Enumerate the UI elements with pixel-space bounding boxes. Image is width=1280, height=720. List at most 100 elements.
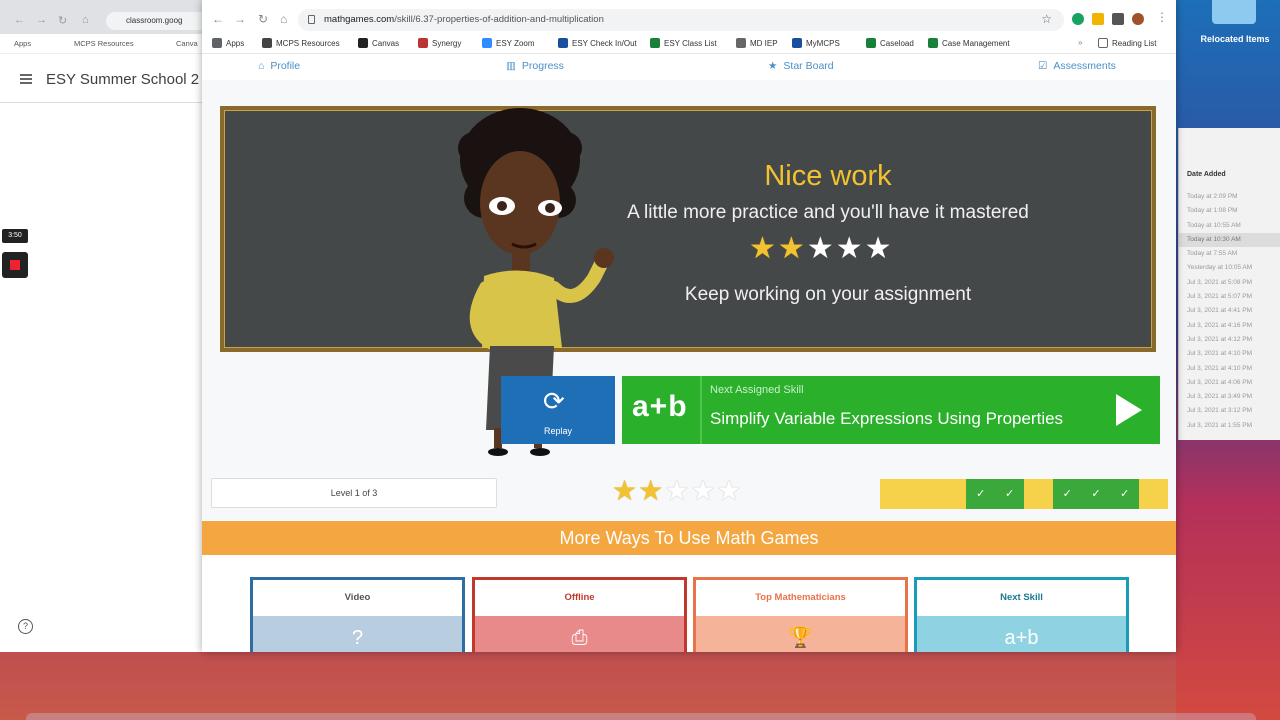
card-title: Next Skill	[1000, 592, 1043, 603]
card-next-skill[interactable]: Next Skill a+b	[914, 577, 1129, 652]
finder-row[interactable]: Jul 3, 2021 at 4:10 PM	[1179, 347, 1280, 361]
finder-row[interactable]: Jul 3, 2021 at 5:08 PM	[1179, 276, 1280, 290]
card-top-mathematicians[interactable]: Top Mathematicians 🏆	[693, 577, 908, 652]
relocated-items-folder-icon[interactable]	[1212, 0, 1256, 24]
relocated-items-label: Relocated Items	[1200, 34, 1270, 44]
bookmark-icon	[866, 38, 876, 48]
finder-row[interactable]: Jul 3, 2021 at 4:16 PM	[1179, 319, 1280, 333]
url-text: mathgames.com/skill/6.37-properties-of-a…	[324, 14, 604, 25]
menu-icon[interactable]	[20, 74, 32, 84]
finder-row[interactable]: Today at 1:08 PM	[1179, 204, 1280, 218]
finder-row[interactable]: Jul 3, 2021 at 4:12 PM	[1179, 333, 1280, 347]
extensions-puzzle-icon[interactable]	[1112, 13, 1124, 25]
more-bookmarks-icon[interactable]: »	[1078, 38, 1082, 47]
url-bar[interactable]: mathgames.com/skill/6.37-properties-of-a…	[298, 9, 1064, 31]
stop-recording-button[interactable]	[2, 252, 28, 278]
progress-tile-pending	[880, 479, 909, 509]
checkbox-icon: ☑	[1038, 60, 1048, 72]
extension-icon[interactable]	[1092, 13, 1104, 25]
finder-row[interactable]: Jul 3, 2021 at 4:10 PM	[1179, 362, 1280, 376]
home-icon[interactable]: ⌂	[280, 12, 287, 26]
finder-row[interactable]: Jul 3, 2021 at 4:06 PM	[1179, 376, 1280, 390]
recording-timer: 3:50	[2, 229, 28, 243]
bookmark-canvas[interactable]: Canvas	[358, 38, 399, 48]
video-icon: ?	[253, 616, 462, 652]
bookmark-case-management[interactable]: Case Management	[928, 38, 1010, 48]
replay-icon: ⟳	[543, 386, 565, 416]
finder-row[interactable]: Jul 3, 2021 at 5:07 PM	[1179, 290, 1280, 304]
more-ways-header: More Ways To Use Math Games	[202, 521, 1176, 555]
progress-tile-pending	[1139, 479, 1168, 509]
finder-column-header[interactable]: Date Added	[1187, 171, 1226, 178]
mathgames-browser-window: ← → ↻ ⌂ mathgames.com/skill/6.37-propert…	[202, 0, 1176, 652]
browser-menu-icon[interactable]: ⋮	[1156, 10, 1168, 24]
level-indicator: Level 1 of 3	[211, 478, 497, 508]
bookmark-star-icon[interactable]: ☆	[1041, 12, 1052, 26]
progress-tiles: ✓ ✓ ✓ ✓ ✓	[880, 479, 1168, 509]
next-assigned-skill-button[interactable]: a+b Next Assigned Skill Simplify Variabl…	[622, 376, 1160, 444]
bookmark-synergy[interactable]: Synergy	[418, 38, 461, 48]
empty-star-icon: ★	[806, 232, 834, 265]
empty-star-icon: ★	[690, 475, 716, 506]
left-forward-icon[interactable]: →	[36, 14, 47, 26]
a-plus-b-icon: a+b	[917, 616, 1126, 652]
finder-row[interactable]: Jul 3, 2021 at 1:55 PM	[1179, 419, 1280, 433]
left-reload-icon[interactable]: ↻	[58, 14, 67, 27]
browser-toolbar: ← → ↻ ⌂ mathgames.com/skill/6.37-propert…	[202, 0, 1176, 34]
progress-tile-pending	[908, 479, 938, 509]
left-back-icon[interactable]: ←	[14, 14, 25, 26]
pdf-icon: ⎙	[475, 616, 684, 652]
bookmark-mcps-resources[interactable]: MCPS Resources	[262, 38, 340, 48]
left-url-bar[interactable]: classroom.goog	[106, 12, 210, 30]
finder-row[interactable]: Jul 3, 2021 at 3:12 PM	[1179, 404, 1280, 418]
nav-progress[interactable]: ▥ Progress	[506, 60, 564, 72]
bookmark-esy-class-list[interactable]: ESY Class List	[650, 38, 717, 48]
result-title: Nice work	[764, 160, 892, 192]
finder-row[interactable]: Today at 7:55 AM	[1179, 247, 1280, 261]
help-icon[interactable]: ?	[18, 619, 33, 634]
left-bookmark-apps[interactable]: Apps	[14, 39, 31, 48]
nav-profile[interactable]: ⌂ Profile	[258, 60, 300, 72]
left-bookmark-canva[interactable]: Canva	[176, 39, 198, 48]
finder-row[interactable]: Jul 3, 2021 at 4:41 PM	[1179, 304, 1280, 318]
star-icon: ★	[768, 60, 778, 72]
bookmark-caseload[interactable]: Caseload	[866, 38, 914, 48]
result-message: Keep working on your assignment	[684, 284, 972, 305]
progress-tile-complete: ✓	[966, 479, 996, 509]
nav-assessments[interactable]: ☑ Assessments	[1038, 60, 1116, 72]
trophy-icon: 🏆	[696, 616, 905, 652]
lock-icon	[308, 15, 315, 24]
finder-row[interactable]: Today at 10:55 AM	[1179, 219, 1280, 233]
card-offline[interactable]: Offline ⎙	[472, 577, 687, 652]
back-icon[interactable]: ←	[212, 12, 224, 26]
bookmark-icon	[650, 38, 660, 48]
reading-list-icon	[1098, 38, 1108, 48]
card-video[interactable]: Video?	[250, 577, 465, 652]
divider	[700, 376, 702, 444]
bookmark-mymcps[interactable]: MyMCPS	[792, 38, 840, 48]
bookmark-icon	[792, 38, 802, 48]
reading-list-link[interactable]: Reading List	[1098, 38, 1156, 48]
finder-row[interactable]: Jul 3, 2021 at 3:49 PM	[1179, 390, 1280, 404]
finder-row[interactable]: Today at 2:09 PM	[1179, 190, 1280, 204]
left-bookmark-mcps[interactable]: MCPS Resources	[74, 39, 134, 48]
bookmark-md-iep[interactable]: MD IEP	[736, 38, 778, 48]
finder-row[interactable]: Today at 10:30 AM	[1179, 232, 1280, 248]
replay-label: Replay	[543, 426, 572, 436]
reload-icon[interactable]: ↻	[258, 12, 268, 26]
replay-button[interactable]: ⟳ Replay	[501, 376, 615, 444]
forward-icon[interactable]: →	[234, 12, 246, 26]
left-bookmarks-bar: Apps MCPS Resources Canva	[0, 34, 210, 54]
card-title: Offline	[564, 592, 595, 603]
bookmark-esy-zoom[interactable]: ESY Zoom	[482, 38, 535, 48]
result-stars: ★ ★ ★ ★ ★	[749, 234, 892, 266]
finder-row[interactable]: Yesterday at 10:05 AM	[1179, 261, 1280, 275]
bookmark-esy-check-in-out[interactable]: ESY Check In/Out	[558, 38, 637, 48]
extension-grammarly-icon[interactable]	[1072, 13, 1084, 25]
nav-star-board[interactable]: ★ Star Board	[768, 60, 834, 72]
result-board: Nice work A little more practice and you…	[220, 106, 1156, 352]
empty-star-icon: ★	[664, 475, 690, 506]
left-home-icon[interactable]: ⌂	[82, 14, 89, 26]
profile-avatar[interactable]	[1132, 13, 1144, 25]
bookmark-apps[interactable]: Apps	[212, 38, 244, 48]
